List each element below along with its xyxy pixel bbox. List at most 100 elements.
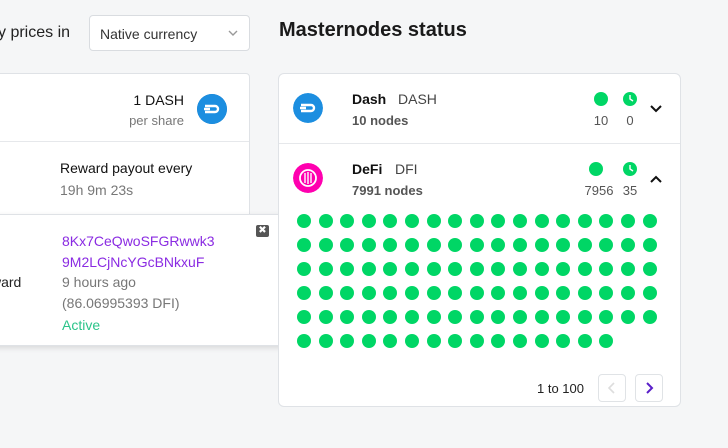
coin-row-dash[interactable]: Dash DASH 10 nodes 10 0 bbox=[279, 74, 680, 144]
node-dot[interactable] bbox=[534, 262, 549, 276]
node-dot[interactable] bbox=[318, 238, 333, 252]
node-dot[interactable] bbox=[491, 238, 506, 252]
node-dot[interactable] bbox=[513, 286, 527, 300]
node-dot[interactable] bbox=[469, 334, 484, 348]
node-dot[interactable] bbox=[426, 238, 441, 252]
node-dot[interactable] bbox=[340, 334, 355, 348]
node-dot[interactable] bbox=[577, 310, 592, 324]
node-dot[interactable] bbox=[621, 286, 635, 300]
node-dot[interactable] bbox=[534, 238, 549, 252]
node-dot[interactable] bbox=[599, 310, 614, 324]
node-dot[interactable] bbox=[448, 310, 463, 324]
node-dot[interactable] bbox=[383, 262, 398, 276]
coin-row-defi[interactable]: DeFi DFI 7991 nodes 7956 35 bbox=[279, 144, 680, 214]
chevron-down-icon[interactable] bbox=[649, 102, 663, 116]
node-dot[interactable] bbox=[621, 310, 635, 324]
node-dot[interactable] bbox=[577, 262, 592, 276]
node-dot[interactable] bbox=[534, 214, 549, 228]
node-address-link[interactable]: 8Kx7CeQwoSFGRwwk3 9M2LCjNcYGcBNkxuF bbox=[62, 231, 215, 273]
node-dot[interactable] bbox=[448, 334, 463, 348]
node-dot[interactable] bbox=[556, 334, 571, 348]
node-dot[interactable] bbox=[361, 286, 376, 300]
node-dot[interactable] bbox=[426, 310, 441, 324]
node-dot[interactable] bbox=[361, 262, 376, 276]
node-dot[interactable] bbox=[513, 214, 527, 228]
node-dot[interactable] bbox=[448, 214, 463, 228]
node-dot[interactable] bbox=[556, 214, 571, 228]
node-dot[interactable] bbox=[383, 310, 398, 324]
node-dot[interactable] bbox=[340, 238, 355, 252]
node-dot[interactable] bbox=[642, 238, 657, 252]
close-icon[interactable]: ✖ bbox=[256, 225, 269, 237]
node-dot[interactable] bbox=[491, 262, 506, 276]
node-dot[interactable] bbox=[426, 262, 441, 276]
node-dot[interactable] bbox=[491, 286, 506, 300]
node-dot[interactable] bbox=[297, 310, 311, 324]
node-address-line2[interactable]: 9M2LCjNcYGcBNkxuF bbox=[62, 252, 215, 273]
node-dot[interactable] bbox=[621, 214, 635, 228]
node-dot[interactable] bbox=[469, 262, 484, 276]
node-dot[interactable] bbox=[491, 334, 506, 348]
node-dot[interactable] bbox=[383, 214, 398, 228]
node-dot[interactable] bbox=[556, 238, 571, 252]
node-dot[interactable] bbox=[318, 334, 333, 348]
node-dot[interactable] bbox=[297, 214, 311, 228]
node-dot[interactable] bbox=[513, 262, 527, 276]
node-dot[interactable] bbox=[556, 262, 571, 276]
node-dot[interactable] bbox=[340, 262, 355, 276]
node-dot[interactable] bbox=[621, 262, 635, 276]
node-dot[interactable] bbox=[642, 262, 657, 276]
node-dot[interactable] bbox=[599, 262, 614, 276]
node-dot[interactable] bbox=[642, 214, 657, 228]
node-dot[interactable] bbox=[534, 310, 549, 324]
node-dot[interactable] bbox=[383, 334, 398, 348]
node-dot[interactable] bbox=[469, 286, 484, 300]
node-dot[interactable] bbox=[448, 238, 463, 252]
node-dot[interactable] bbox=[556, 286, 571, 300]
node-dot[interactable] bbox=[297, 286, 311, 300]
node-address-line1[interactable]: 8Kx7CeQwoSFGRwwk3 bbox=[62, 231, 215, 252]
node-dot[interactable] bbox=[642, 286, 657, 300]
node-dot[interactable] bbox=[599, 238, 614, 252]
node-dot[interactable] bbox=[513, 334, 527, 348]
node-dot[interactable] bbox=[405, 334, 419, 348]
node-dot[interactable] bbox=[556, 310, 571, 324]
node-dot[interactable] bbox=[426, 214, 441, 228]
node-dot[interactable] bbox=[491, 310, 506, 324]
node-dot[interactable] bbox=[599, 214, 614, 228]
node-dot[interactable] bbox=[426, 334, 441, 348]
node-dot[interactable] bbox=[297, 238, 311, 252]
node-dot[interactable] bbox=[405, 238, 419, 252]
node-dot[interactable] bbox=[491, 214, 506, 228]
node-dot[interactable] bbox=[405, 214, 419, 228]
node-dot[interactable] bbox=[340, 214, 355, 228]
node-dot[interactable] bbox=[297, 334, 311, 348]
node-dot[interactable] bbox=[361, 238, 376, 252]
node-dot[interactable] bbox=[642, 310, 657, 324]
node-dot[interactable] bbox=[448, 286, 463, 300]
node-dot[interactable] bbox=[383, 286, 398, 300]
prev-page-button[interactable] bbox=[598, 374, 626, 402]
currency-select[interactable]: Native currency bbox=[89, 15, 250, 51]
node-dot[interactable] bbox=[426, 286, 441, 300]
node-dot[interactable] bbox=[340, 286, 355, 300]
node-dot[interactable] bbox=[405, 262, 419, 276]
node-dot[interactable] bbox=[577, 286, 592, 300]
node-dot[interactable] bbox=[534, 334, 549, 348]
node-dot[interactable] bbox=[621, 238, 635, 252]
node-dot[interactable] bbox=[469, 238, 484, 252]
node-dot[interactable] bbox=[577, 334, 592, 348]
node-dot[interactable] bbox=[340, 310, 355, 324]
node-dot[interactable] bbox=[513, 238, 527, 252]
next-page-button[interactable] bbox=[635, 374, 663, 402]
node-dot[interactable] bbox=[361, 334, 376, 348]
chevron-up-icon[interactable] bbox=[649, 172, 663, 186]
node-dot[interactable] bbox=[297, 262, 311, 276]
node-dot[interactable] bbox=[448, 262, 463, 276]
node-dot[interactable] bbox=[318, 214, 333, 228]
node-dot[interactable] bbox=[513, 310, 527, 324]
node-dot[interactable] bbox=[599, 286, 614, 300]
node-dot[interactable] bbox=[318, 286, 333, 300]
node-dot[interactable] bbox=[577, 214, 592, 228]
node-dot[interactable] bbox=[469, 214, 484, 228]
